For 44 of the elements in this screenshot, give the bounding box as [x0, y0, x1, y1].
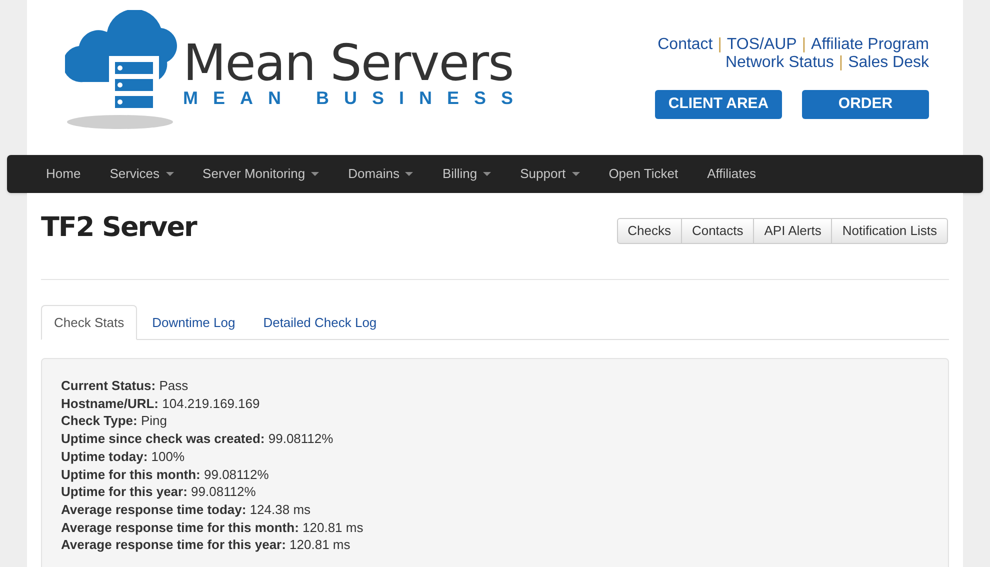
caret-icon [405, 172, 414, 176]
stat-line: Average response time for this month: 120.81 ms [61, 518, 364, 536]
stat-line: Check Type: Ping [61, 412, 168, 430]
header-link[interactable]: TOS/AUP [726, 36, 797, 54]
header-link[interactable]: Contact [658, 36, 713, 54]
link-separator: | [838, 54, 844, 72]
order-button[interactable]: ORDER [802, 90, 929, 119]
link-separator: | [718, 36, 722, 54]
header-link[interactable]: Network Status [725, 54, 834, 72]
nav-item[interactable]: Support [507, 155, 596, 193]
stat-line: Uptime today: 100% [61, 448, 186, 466]
nav-item[interactable]: Domains [335, 155, 430, 193]
client-area-button[interactable]: CLIENT AREA [655, 90, 782, 119]
nav-item[interactable]: Billing [429, 155, 508, 193]
nav-item[interactable]: Services [96, 155, 190, 193]
logo-title: Mean Servers [183, 38, 514, 88]
link-separator: | [802, 36, 806, 54]
stat-line: Hostname/URL: 104.219.169.169 [61, 394, 261, 412]
nav-item[interactable]: Home [33, 155, 97, 193]
toolbar-button[interactable]: Notification Lists [832, 218, 948, 244]
stat-line: Average response time today: 124.38 ms [61, 500, 312, 519]
tab[interactable]: Detailed Check Log [250, 305, 390, 340]
stat-line: Average response time for this year: 120.81 ms [61, 536, 352, 554]
logo-tagline: MEAN BUSINESS [183, 88, 528, 108]
page-title: TF2 Server [41, 213, 196, 243]
tab[interactable]: Check Stats [41, 305, 138, 340]
nav-item[interactable]: Affiliates [694, 155, 772, 193]
nav-item[interactable]: Server Monitoring [190, 155, 336, 193]
toolbar-button[interactable]: Contacts [682, 218, 754, 244]
stat-line: Uptime for this year: 99.08112% [61, 483, 257, 501]
tab[interactable]: Downtime Log [139, 305, 248, 340]
caret-icon [166, 172, 174, 176]
caret-icon [483, 172, 492, 176]
caret-icon [572, 172, 580, 176]
stat-line: Uptime since check was created: 99.08112% [61, 430, 334, 448]
nav-item[interactable]: Open Ticket [596, 155, 694, 193]
stat-line: Uptime for this month: 99.08112% [61, 466, 270, 484]
header-link[interactable]: Affiliate Program [811, 36, 929, 54]
header-link[interactable]: Sales Desk [848, 54, 929, 72]
toolbar-button[interactable]: Checks [616, 218, 682, 244]
stat-line: Current Status: Pass [61, 377, 190, 395]
caret-icon [311, 172, 320, 176]
toolbar-button[interactable]: API Alerts [754, 218, 832, 244]
cloud-server-icon [65, 10, 177, 130]
